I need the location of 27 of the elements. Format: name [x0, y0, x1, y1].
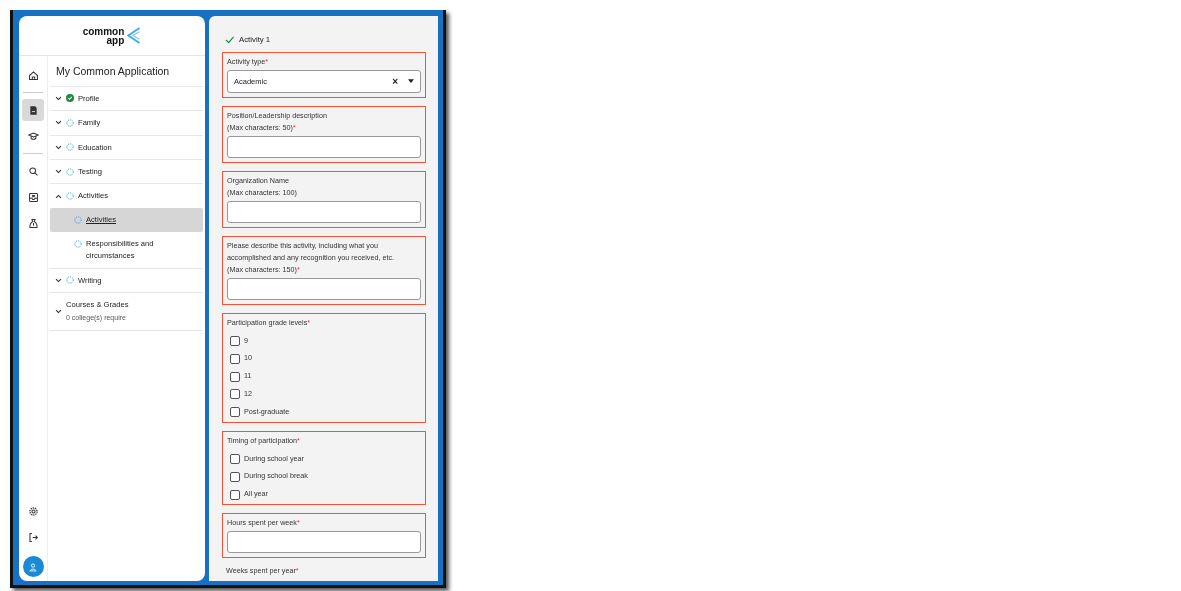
chevron-down-icon[interactable]: [55, 276, 62, 284]
settings-icon: [27, 505, 39, 517]
rail-button[interactable]: [22, 99, 44, 121]
money-bag-icon: [27, 217, 39, 229]
sign-out-icon: [27, 531, 39, 543]
chevron-down-icon[interactable]: [55, 119, 62, 127]
chevron-down-icon[interactable]: [55, 143, 62, 151]
caret-icon: [408, 79, 414, 84]
logo-text: common app: [82, 26, 125, 45]
search-icon: [27, 165, 39, 177]
chevron-down-icon[interactable]: [55, 308, 62, 316]
chevron-down-icon[interactable]: [55, 94, 62, 102]
input-field[interactable]: [227, 200, 421, 223]
avatar-button[interactable]: [22, 556, 44, 577]
input-field[interactable]: [227, 135, 421, 158]
chevron-up-icon[interactable]: [55, 192, 62, 200]
logo-mark-icon: [126, 26, 142, 45]
graduation-cap-icon: [27, 130, 39, 142]
document-icon: [27, 104, 39, 116]
clear-button[interactable]: ×: [392, 73, 398, 89]
input-field[interactable]: [227, 277, 421, 300]
inbox-icon: [27, 191, 39, 203]
sidebar-title: My Common Application: [50, 56, 203, 87]
chevron-down-icon[interactable]: [55, 168, 62, 176]
home-icon: [27, 69, 39, 81]
input-field[interactable]: [227, 531, 421, 554]
person-icon: [28, 561, 38, 572]
